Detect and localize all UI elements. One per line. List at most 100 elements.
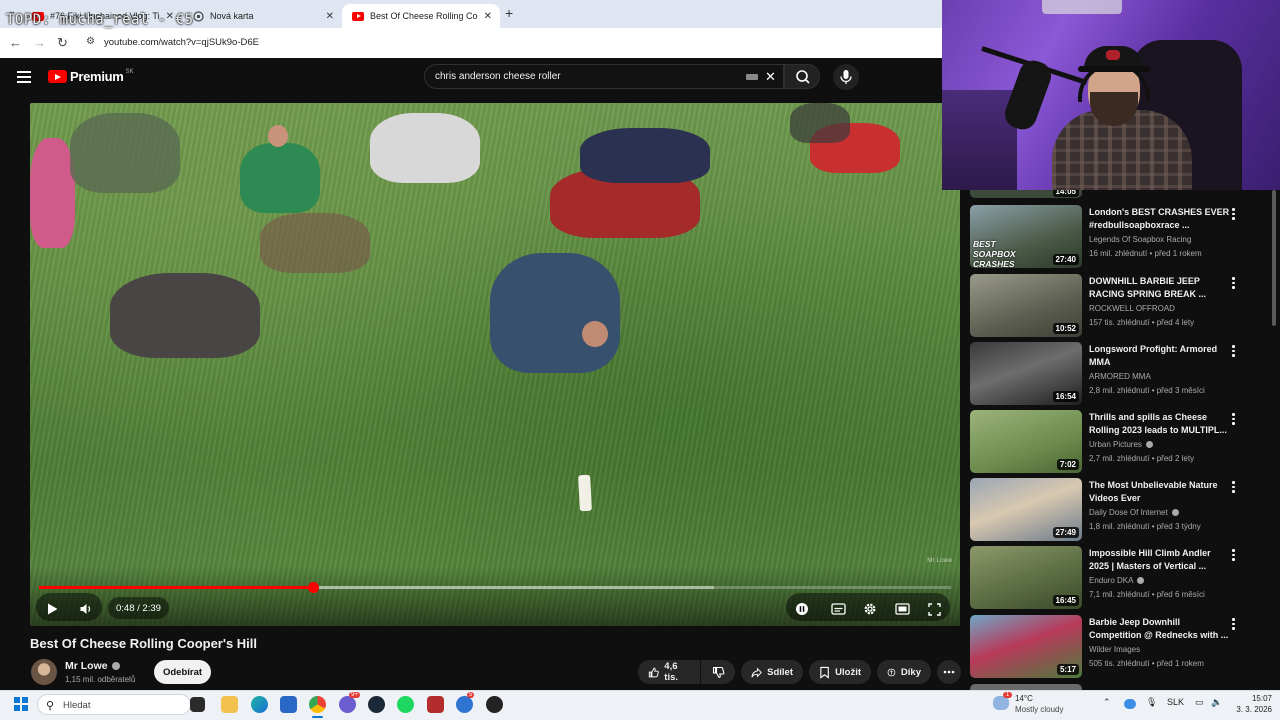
recommendation-thumbnail[interactable]: 16:54 (970, 342, 1082, 405)
app-icon[interactable] (427, 696, 444, 713)
fullscreen-button[interactable] (924, 599, 944, 619)
back-arrow-icon[interactable]: ← (9, 35, 22, 50)
dislike-button[interactable] (701, 660, 735, 684)
more-options-icon[interactable] (1232, 481, 1236, 495)
channel-name-link[interactable]: Mr Lowe (65, 660, 120, 672)
recommendation-channel[interactable]: Legends Of Soapbox Racing (1089, 235, 1191, 244)
recommendation-title[interactable]: Thrills and spills as Cheese Rolling 202… (1089, 411, 1231, 437)
search-button[interactable] (784, 64, 820, 89)
speaker-icon[interactable]: 🔈 (1211, 697, 1222, 708)
recommendation-thumbnail[interactable]: 16:45 (970, 546, 1082, 609)
recommendation-item[interactable]: 16:54 Longsword Profight: Armored MMA ARMO… (970, 342, 1270, 406)
recommendation-item[interactable]: 16:45 Impossible Hill Climb Andler 2025 |… (970, 546, 1270, 610)
recommendation-thumbnail[interactable]: 7:02 (970, 410, 1082, 473)
more-options-icon[interactable] (1232, 413, 1236, 427)
weather-temperature[interactable]: 14°C (1015, 694, 1033, 703)
recommendation-meta: 2,7 mil. zhlédnutí • před 2 lety (1089, 454, 1195, 463)
task-view-icon[interactable] (190, 697, 205, 712)
weather-status[interactable]: Mostly cloudy (1015, 705, 1063, 714)
recommendation-channel[interactable]: ROCKWELL OFFROAD (1089, 304, 1175, 313)
url-field[interactable]: youtube.com/watch?v=qjSUk9o-D6E (104, 37, 259, 48)
recommendation-title[interactable]: Longsword Profight: Armored MMA (1089, 343, 1231, 369)
more-options-icon[interactable] (1232, 208, 1236, 222)
recommendation-thumbnail[interactable]: 5:17 (970, 615, 1082, 678)
play-button[interactable] (42, 599, 62, 619)
recommendation-item[interactable]: 7:02 Thrills and spills as Cheese Rolling… (970, 410, 1270, 474)
obs-icon[interactable] (486, 696, 503, 713)
forward-arrow-icon[interactable]: → (33, 35, 46, 50)
like-button[interactable]: 4,6 tis. (638, 660, 700, 684)
show-hidden-icons-chevron-icon[interactable]: ⌃ (1103, 697, 1111, 708)
save-button[interactable]: Uložit (809, 660, 871, 684)
autoplay-toggle[interactable] (792, 599, 812, 619)
recommendation-thumbnail[interactable]: 10:52 (970, 274, 1082, 337)
menu-icon[interactable] (17, 71, 31, 86)
thanks-label: Díky (900, 666, 921, 678)
new-tab-button[interactable]: + (505, 5, 513, 21)
search-input[interactable]: chris anderson cheese roller ✕ (424, 64, 784, 89)
share-button[interactable]: Sdílet (741, 660, 803, 684)
spotify-icon[interactable] (397, 696, 414, 713)
recommendation-thumbnail[interactable]: BEST SOAPBOX CRASHES 27:40 (970, 205, 1082, 268)
site-info-icon[interactable]: ⚙ (86, 36, 98, 48)
subtitles-button[interactable] (828, 599, 848, 619)
close-tab-icon[interactable]: ✕ (326, 11, 334, 22)
channel-avatar[interactable] (31, 659, 57, 685)
subscribe-button[interactable]: Odebírat (154, 660, 211, 684)
recommendation-item[interactable]: BEST SOAPBOX CRASHES 27:40 London's BEST C… (970, 205, 1270, 269)
channel-name: ROCKWELL OFFROAD (1089, 304, 1175, 313)
more-options-icon[interactable] (1232, 345, 1236, 359)
sidebar-scrollbar[interactable] (1272, 190, 1276, 326)
microphone-tray-icon[interactable]: 🎙 (1146, 697, 1157, 708)
language-indicator[interactable]: SLK (1167, 697, 1184, 707)
mail-app-icon[interactable] (456, 696, 473, 713)
recommendation-title[interactable]: DOWNHILL BARBIE JEEP RACING SPRING BREAK… (1089, 275, 1231, 301)
recommendation-title[interactable]: London's BEST CRASHES EVER #redbullsoapb… (1089, 206, 1231, 232)
volume-button[interactable] (76, 599, 96, 619)
more-options-icon[interactable] (1232, 277, 1236, 291)
more-actions-button[interactable] (937, 660, 961, 684)
recommendation-thumbnail[interactable]: 27:49 (970, 478, 1082, 541)
video-player[interactable]: Mr Lowe 0:48 / 2:39 (30, 103, 960, 626)
discord-icon[interactable] (339, 696, 356, 713)
settings-button[interactable] (860, 599, 880, 619)
more-options-icon[interactable] (1232, 549, 1236, 563)
store-icon[interactable] (280, 696, 297, 713)
clear-search-icon[interactable]: ✕ (765, 69, 776, 85)
voice-search-button[interactable] (833, 64, 859, 90)
recommendation-title[interactable]: Impossible Hill Climb Andler 2025 | Mast… (1089, 547, 1231, 573)
recommendation-channel[interactable]: ARMORED MMA (1089, 372, 1151, 381)
keyboard-icon[interactable] (746, 74, 758, 80)
recommendation-title[interactable]: The Most Unbelievable Nature Videos Ever (1089, 479, 1231, 505)
cloud-sync-icon[interactable] (1124, 699, 1136, 709)
system-clock[interactable]: 15:07 3. 3. 2026 (1232, 693, 1272, 715)
more-options-icon[interactable] (1232, 618, 1236, 632)
close-tab-icon[interactable]: ✕ (484, 11, 492, 22)
pause-toggle-icon (796, 603, 808, 615)
file-explorer-icon[interactable] (221, 696, 238, 713)
channel-name: Enduro DKA (1089, 576, 1134, 585)
theater-mode-button[interactable] (892, 599, 912, 619)
chrome-icon[interactable] (309, 696, 326, 718)
steam-icon[interactable] (368, 696, 385, 713)
progress-bar[interactable] (39, 582, 951, 593)
recommendation-channel[interactable]: Urban Pictures (1089, 440, 1153, 449)
youtube-premium-logo[interactable]: Premium SK (48, 69, 134, 84)
weather-cloud-icon[interactable] (993, 696, 1009, 710)
recommendation-channel[interactable]: Wilder Images (1089, 645, 1140, 654)
browser-tab-3-active[interactable]: Best Of Cheese Rolling Cooper's ✕ (342, 4, 500, 28)
edge-icon[interactable] (251, 696, 268, 713)
recommendation-item[interactable]: 10:52 DOWNHILL BARBIE JEEP RACING SPRING … (970, 274, 1270, 338)
reload-icon[interactable]: ↻ (57, 35, 68, 51)
start-button[interactable] (14, 697, 28, 711)
taskbar-search[interactable]: ⚲ Hledat (37, 694, 191, 715)
recommendation-channel[interactable]: Enduro DKA (1089, 576, 1145, 585)
recommendation-channel[interactable]: Daily Dose Of Internet (1089, 508, 1179, 517)
browser-tab-2[interactable]: Nová karta ✕ (182, 4, 342, 28)
network-icon[interactable]: ▭ (1195, 697, 1204, 708)
recommendation-item[interactable]: 5:17 Barbie Jeep Downhill Competition @ R… (970, 615, 1270, 679)
thanks-button[interactable]: Díky (877, 660, 931, 684)
scrubber-handle[interactable] (307, 582, 319, 593)
recommendation-title[interactable]: Barbie Jeep Downhill Competition @ Redne… (1089, 616, 1231, 642)
recommendation-item[interactable]: 27:49 The Most Unbelievable Nature Videos… (970, 478, 1270, 542)
